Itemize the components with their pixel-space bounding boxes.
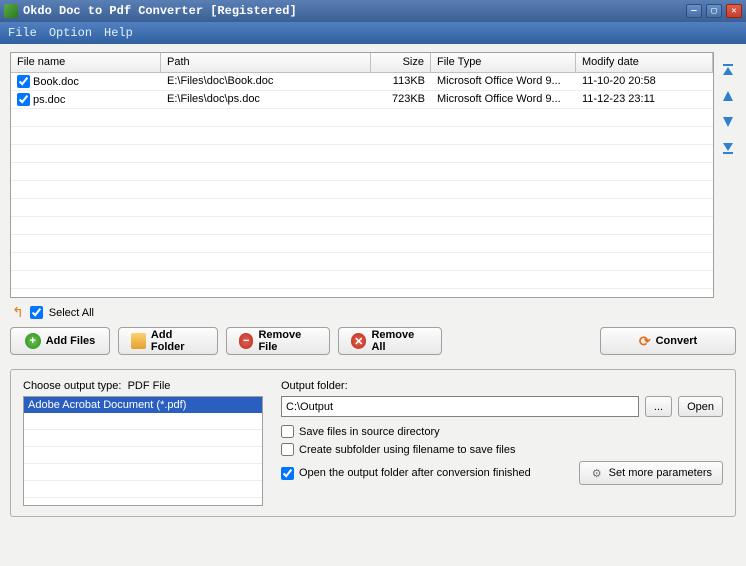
up-folder-icon[interactable]: ↰	[12, 304, 24, 321]
x-icon: ✕	[351, 333, 366, 349]
menu-bar: File Option Help	[0, 22, 746, 44]
add-files-button[interactable]: +Add Files	[10, 327, 110, 355]
output-folder-label: Output folder:	[281, 380, 723, 392]
remove-all-button[interactable]: ✕Remove All	[338, 327, 442, 355]
file-list-header: File name Path Size File Type Modify dat…	[11, 53, 713, 73]
more-parameters-button[interactable]: ⚙Set more parameters	[579, 461, 723, 485]
table-row[interactable]: Book.doc E:\Files\doc\Book.doc113KBMicros…	[11, 73, 713, 91]
file-path: E:\Files\doc\ps.doc	[161, 91, 371, 108]
file-checkbox[interactable]	[17, 75, 30, 88]
move-bottom-button[interactable]	[720, 140, 736, 156]
output-type-label: Choose output type:	[23, 380, 121, 392]
menu-option[interactable]: Option	[49, 26, 92, 40]
create-subfolder-label: Create subfolder using filename to save …	[299, 444, 515, 456]
save-source-checkbox[interactable]	[281, 425, 294, 438]
output-type-current: PDF File	[128, 380, 171, 392]
select-all-label: Select All	[49, 307, 94, 319]
file-type: Microsoft Office Word 9...	[431, 73, 576, 90]
col-header-path[interactable]: Path	[161, 53, 371, 72]
plus-icon: +	[25, 333, 41, 349]
title-bar: Okdo Doc to Pdf Converter [Registered] —…	[0, 0, 746, 22]
move-up-button[interactable]	[720, 88, 736, 104]
file-date: 11-10-20 20:58	[576, 73, 713, 90]
browse-button[interactable]: ...	[645, 396, 672, 417]
settings-panel: Choose output type: PDF File Adobe Acrob…	[10, 369, 736, 517]
file-path: E:\Files\doc\Book.doc	[161, 73, 371, 90]
maximize-button[interactable]: ▢	[706, 4, 722, 18]
file-size: 113KB	[371, 73, 431, 90]
add-folder-button[interactable]: Add Folder	[118, 327, 218, 355]
minimize-button[interactable]: —	[686, 4, 702, 18]
window-title: Okdo Doc to Pdf Converter [Registered]	[23, 4, 686, 18]
file-type: Microsoft Office Word 9...	[431, 91, 576, 108]
file-list[interactable]: File name Path Size File Type Modify dat…	[10, 52, 714, 298]
menu-file[interactable]: File	[8, 26, 37, 40]
menu-help[interactable]: Help	[104, 26, 133, 40]
remove-file-button[interactable]: −Remove File	[226, 327, 330, 355]
move-down-button[interactable]	[720, 114, 736, 130]
app-icon	[4, 4, 18, 18]
close-button[interactable]: ✕	[726, 4, 742, 18]
minus-icon: −	[239, 333, 253, 349]
col-header-size[interactable]: Size	[371, 53, 431, 72]
output-type-list[interactable]: Adobe Acrobat Document (*.pdf)	[23, 396, 263, 506]
gear-icon: ⚙	[590, 466, 604, 480]
output-type-item[interactable]: Adobe Acrobat Document (*.pdf)	[24, 397, 262, 413]
file-size: 723KB	[371, 91, 431, 108]
file-date: 11-12-23 23:11	[576, 91, 713, 108]
select-all-checkbox[interactable]	[30, 306, 43, 319]
file-name: ps.doc	[33, 94, 65, 106]
create-subfolder-checkbox[interactable]	[281, 443, 294, 456]
table-row[interactable]: ps.doc E:\Files\doc\ps.doc723KBMicrosoft …	[11, 91, 713, 109]
col-header-name[interactable]: File name	[11, 53, 161, 72]
open-button[interactable]: Open	[678, 396, 723, 417]
move-top-button[interactable]	[720, 62, 736, 78]
save-source-label: Save files in source directory	[299, 426, 440, 438]
open-after-label: Open the output folder after conversion …	[299, 467, 531, 479]
file-name: Book.doc	[33, 76, 79, 88]
open-after-checkbox[interactable]	[281, 467, 294, 480]
folder-icon	[131, 333, 146, 349]
convert-button[interactable]: ⟳Convert	[600, 327, 736, 355]
col-header-type[interactable]: File Type	[431, 53, 576, 72]
output-folder-input[interactable]	[281, 396, 639, 417]
convert-icon: ⟳	[639, 333, 651, 350]
col-header-date[interactable]: Modify date	[576, 53, 713, 72]
file-checkbox[interactable]	[17, 93, 30, 106]
